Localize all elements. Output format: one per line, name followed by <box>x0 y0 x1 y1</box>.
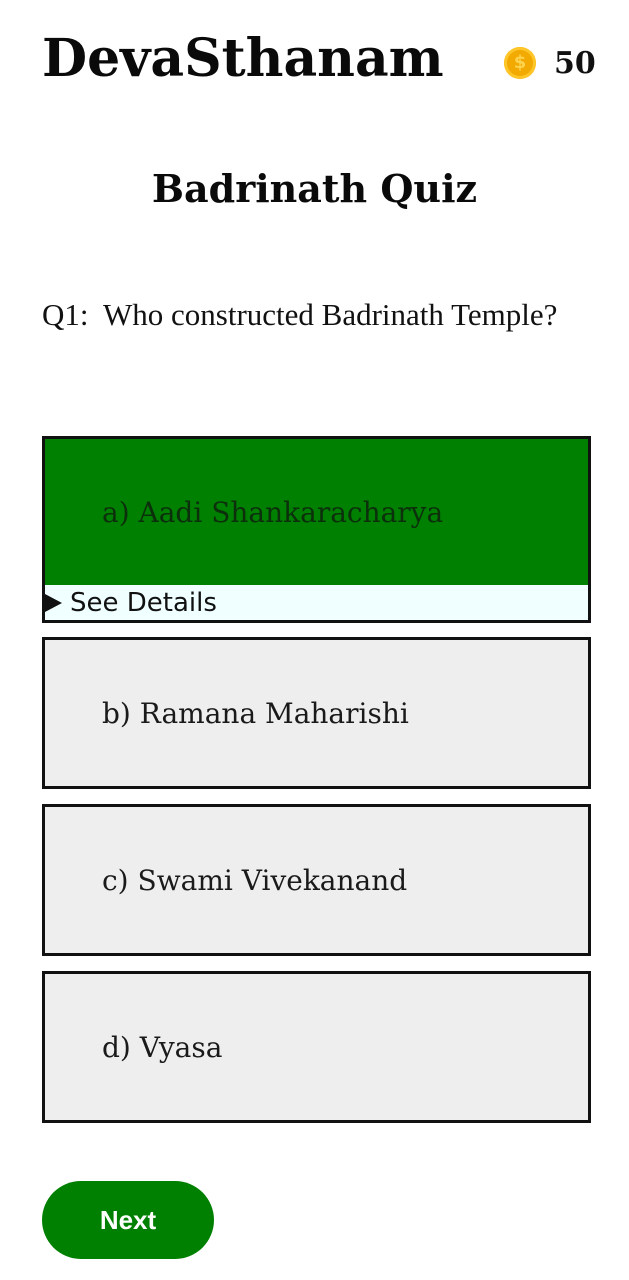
option-d-label: d) Vyasa <box>102 1030 223 1064</box>
coin-symbol: $ <box>513 52 527 73</box>
coin-count: 50 <box>554 45 596 81</box>
coin-icon: $ <box>504 47 536 79</box>
option-a-label: a) Aadi Shankaracharya <box>102 495 444 529</box>
disclosure-triangle-icon <box>45 593 62 612</box>
coin-balance: $ 50 <box>504 44 596 82</box>
question-number: Q1: <box>42 297 89 332</box>
option-a-main[interactable]: a) Aadi Shankaracharya <box>45 439 588 585</box>
see-details-toggle[interactable]: See Details <box>45 585 588 620</box>
option-a[interactable]: a) Aadi Shankaracharya See Details <box>42 436 591 623</box>
question: Q1: Who constructed Badrinath Temple? <box>42 298 578 331</box>
next-button[interactable]: Next <box>42 1181 214 1259</box>
app-title: DevaSthanam <box>42 28 444 89</box>
option-c[interactable]: c) Swami Vivekanand <box>42 804 591 956</box>
option-b[interactable]: b) Ramana Maharishi <box>42 637 591 789</box>
option-d[interactable]: d) Vyasa <box>42 971 591 1123</box>
quiz-title: Badrinath Quiz <box>151 166 478 211</box>
option-c-label: c) Swami Vivekanand <box>102 863 408 897</box>
question-text: Who constructed Badrinath Temple? <box>103 297 558 332</box>
see-details-label: See Details <box>70 587 217 618</box>
option-b-label: b) Ramana Maharishi <box>102 696 409 730</box>
